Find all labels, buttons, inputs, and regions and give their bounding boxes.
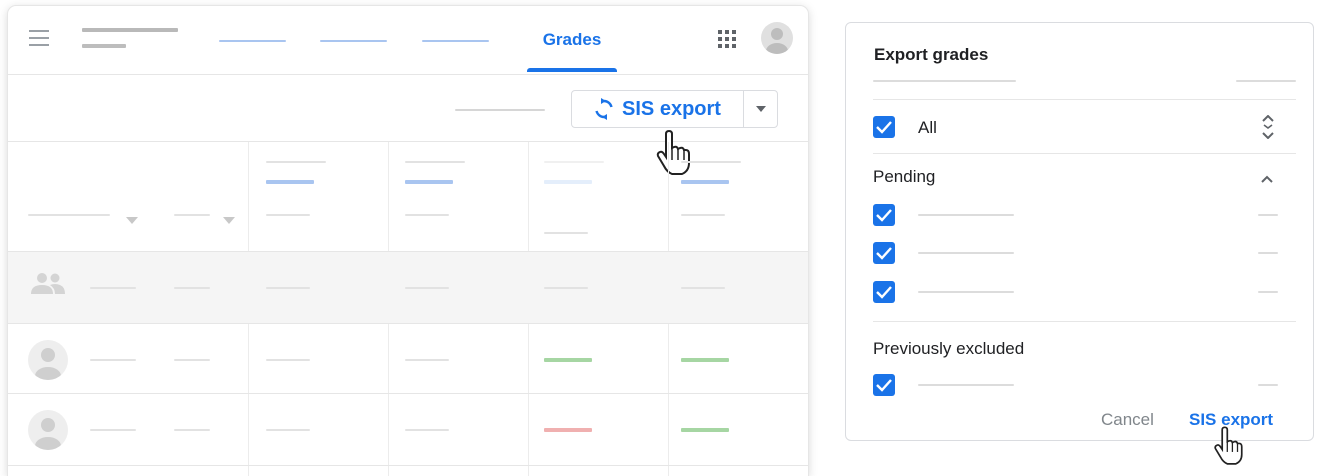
collapse-pending-icon[interactable]	[1260, 171, 1274, 189]
sort-second-placeholder[interactable]	[174, 214, 210, 216]
tab-placeholder-2[interactable]	[320, 40, 387, 42]
pending-item-checkbox[interactable]	[873, 281, 895, 303]
assignment-2-date-placeholder	[405, 180, 453, 184]
student-avatar	[28, 410, 68, 450]
grade-cell-a1[interactable]	[266, 429, 310, 431]
pending-item-score-placeholder	[1258, 252, 1278, 254]
assignment-4-title-placeholder[interactable]	[681, 161, 741, 163]
toolbar-placeholder	[455, 109, 545, 111]
student-name-placeholder	[90, 359, 136, 361]
assignment-1-date-placeholder	[266, 180, 314, 184]
class-average-row	[8, 251, 808, 324]
grade-cell-a4[interactable]	[681, 358, 729, 362]
assignment-2-title-placeholder[interactable]	[405, 161, 465, 163]
sort-second-caret-icon[interactable]	[223, 211, 235, 229]
tab-placeholder-1[interactable]	[219, 40, 286, 42]
class-average-a2	[405, 287, 449, 289]
assignment-3-date-placeholder	[544, 180, 592, 184]
sis-export-label: SIS export	[622, 97, 721, 120]
assignment-3-title-placeholder[interactable]	[544, 161, 604, 163]
tab-grades-indicator	[527, 68, 617, 72]
tab-grades[interactable]: Grades	[527, 30, 617, 50]
export-grades-dialog: Export grades All Pending Previously exc…	[845, 22, 1314, 441]
student-name-placeholder	[90, 429, 136, 431]
pending-item-title-placeholder	[918, 214, 1014, 216]
pending-item-title-placeholder	[918, 252, 1014, 254]
pending-item-title-placeholder	[918, 291, 1014, 293]
table-row[interactable]	[8, 323, 808, 394]
excluded-item-title-placeholder	[918, 384, 1014, 386]
dialog-title: Export grades	[874, 45, 989, 64]
people-icon	[28, 270, 68, 303]
grade-cell-a2[interactable]	[405, 359, 449, 361]
hand-cursor-icon	[1212, 426, 1246, 466]
caret-down-icon	[755, 106, 766, 112]
table-row[interactable]	[8, 393, 808, 466]
app-title-placeholder	[82, 28, 178, 32]
sync-icon	[595, 98, 613, 120]
dialog-subtitle-placeholder	[873, 80, 1016, 82]
class-average-label-placeholder	[90, 287, 136, 289]
excluded-item-checkbox[interactable]	[873, 374, 895, 396]
previously-excluded-label: Previously excluded	[873, 339, 1025, 358]
pending-item-score-placeholder	[1258, 214, 1278, 216]
dialog-count-placeholder	[1236, 80, 1296, 82]
pending-item-checkbox[interactable]	[873, 204, 895, 226]
hand-cursor-icon	[654, 129, 694, 176]
pending-item-checkbox[interactable]	[873, 242, 895, 264]
separator	[873, 99, 1296, 100]
sort-name-placeholder[interactable]	[28, 214, 110, 216]
sis-export-dropdown[interactable]	[744, 91, 777, 127]
top-app-bar: Grades	[8, 6, 808, 75]
student-avatar	[28, 340, 68, 380]
grade-cell-a3[interactable]	[544, 428, 592, 432]
separator	[873, 321, 1296, 322]
assignment-3-points-placeholder	[544, 232, 588, 234]
cancel-button[interactable]: Cancel	[1101, 410, 1154, 430]
separator	[873, 153, 1296, 154]
tab-placeholder-3[interactable]	[422, 40, 489, 42]
class-average-a3	[544, 287, 588, 289]
grade-cell-a1[interactable]	[266, 359, 310, 361]
all-checkbox[interactable]	[873, 116, 895, 138]
app-subtitle-placeholder	[82, 44, 126, 48]
sis-export-button[interactable]: SIS export	[572, 91, 744, 127]
class-average-value-placeholder	[174, 287, 210, 289]
class-average-a1	[266, 287, 310, 289]
grade-cell-a3[interactable]	[544, 358, 592, 362]
account-avatar-icon[interactable]	[761, 22, 793, 54]
sort-name-caret-icon[interactable]	[126, 211, 138, 229]
apps-grid-icon[interactable]	[716, 28, 738, 50]
menu-icon[interactable]	[28, 28, 52, 48]
table-row-bottom-border	[8, 465, 808, 476]
pending-label: Pending	[873, 167, 936, 186]
assignment-1-title-placeholder[interactable]	[266, 161, 326, 163]
all-label: All	[918, 118, 937, 137]
grade-cell-a2[interactable]	[405, 429, 449, 431]
grade-cell-a4[interactable]	[681, 428, 729, 432]
assignment-4-date-placeholder	[681, 180, 729, 184]
excluded-item-score-placeholder	[1258, 384, 1278, 386]
pending-item-score-placeholder	[1258, 291, 1278, 293]
assignment-4-points-placeholder	[681, 214, 725, 216]
class-average-a4	[681, 287, 725, 289]
gradebook-window: Grades SIS export	[8, 6, 808, 476]
assignment-1-points-placeholder	[266, 214, 310, 216]
expand-all-icon[interactable]	[1260, 114, 1276, 144]
student-overall-placeholder	[174, 429, 210, 431]
student-overall-placeholder	[174, 359, 210, 361]
sis-export-split-button: SIS export	[571, 90, 778, 128]
assignment-2-points-placeholder	[405, 214, 449, 216]
